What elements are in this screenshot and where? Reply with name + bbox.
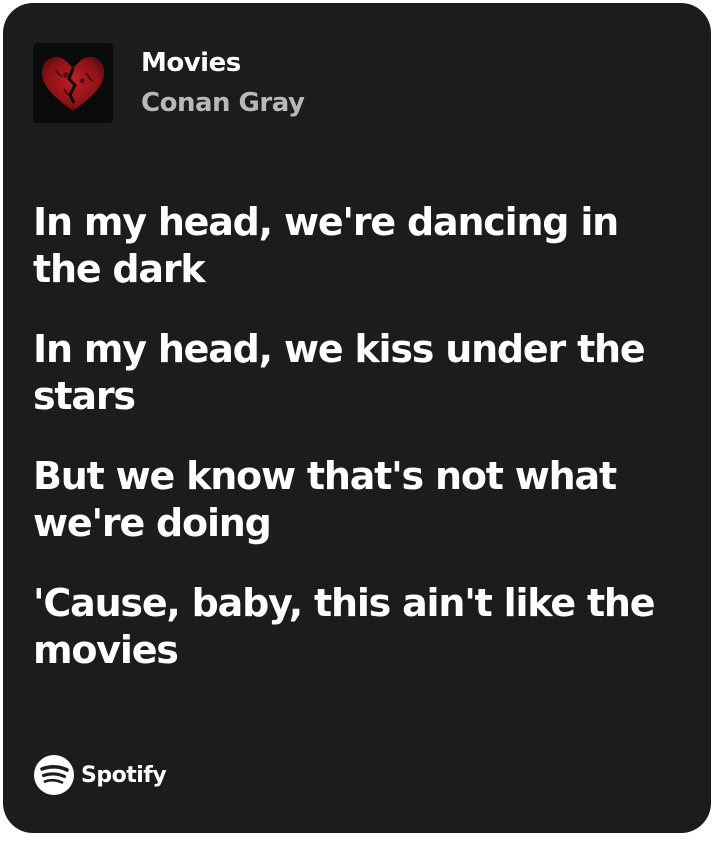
album-cover — [33, 43, 113, 123]
song-meta: Movies Conan Gray — [141, 43, 305, 123]
song-title: Movies — [141, 48, 241, 78]
spotify-brand: Spotify — [33, 754, 167, 796]
lyric-line: But we know that's not what we're doing — [33, 454, 617, 545]
lyric-line: 'Cause, baby, this ain't like the movies — [33, 581, 656, 672]
brand-name: Spotify — [81, 762, 167, 788]
spotify-icon — [34, 755, 74, 795]
artist-name: Conan Gray — [141, 88, 305, 118]
song-header: Movies Conan Gray — [33, 43, 305, 123]
lyric-line: In my head, we're dancing in the dark — [33, 200, 619, 291]
lyrics-block: In my head, we're dancing in the dark In… — [33, 199, 673, 707]
broken-heart-icon — [41, 56, 105, 111]
lyric-line: In my head, we kiss under the stars — [33, 327, 646, 418]
lyrics-card: Movies Conan Gray In my head, we're danc… — [3, 3, 711, 833]
